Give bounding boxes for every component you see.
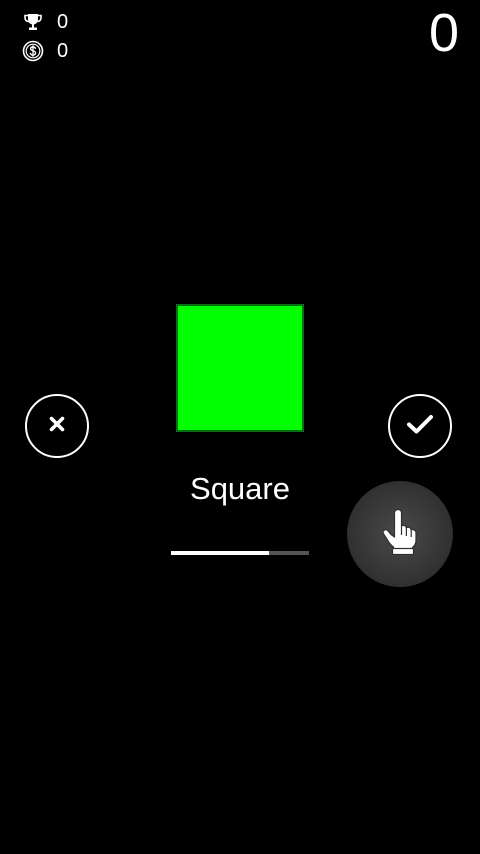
trophy-stat: 0 [22, 10, 68, 34]
shape-name-label: Square [190, 471, 290, 506]
score-display: 0 [428, 3, 459, 63]
tap-button[interactable] [347, 481, 453, 587]
timer-bar [171, 551, 309, 555]
reject-button[interactable] [25, 394, 89, 458]
trophy-count: 0 [57, 11, 69, 33]
coin-stat: 0 [22, 39, 68, 63]
coin-count: 0 [57, 40, 69, 62]
pointing-hand-icon [378, 508, 422, 560]
dollar-coin-icon [22, 40, 44, 62]
target-shape-square [176, 304, 304, 432]
checkmark-icon [406, 413, 434, 440]
accept-button[interactable] [388, 394, 452, 458]
close-icon [48, 415, 66, 438]
trophy-icon [22, 11, 44, 33]
timer-bar-fill [171, 551, 269, 555]
game-screen: 0 0 0 Square [0, 0, 480, 854]
